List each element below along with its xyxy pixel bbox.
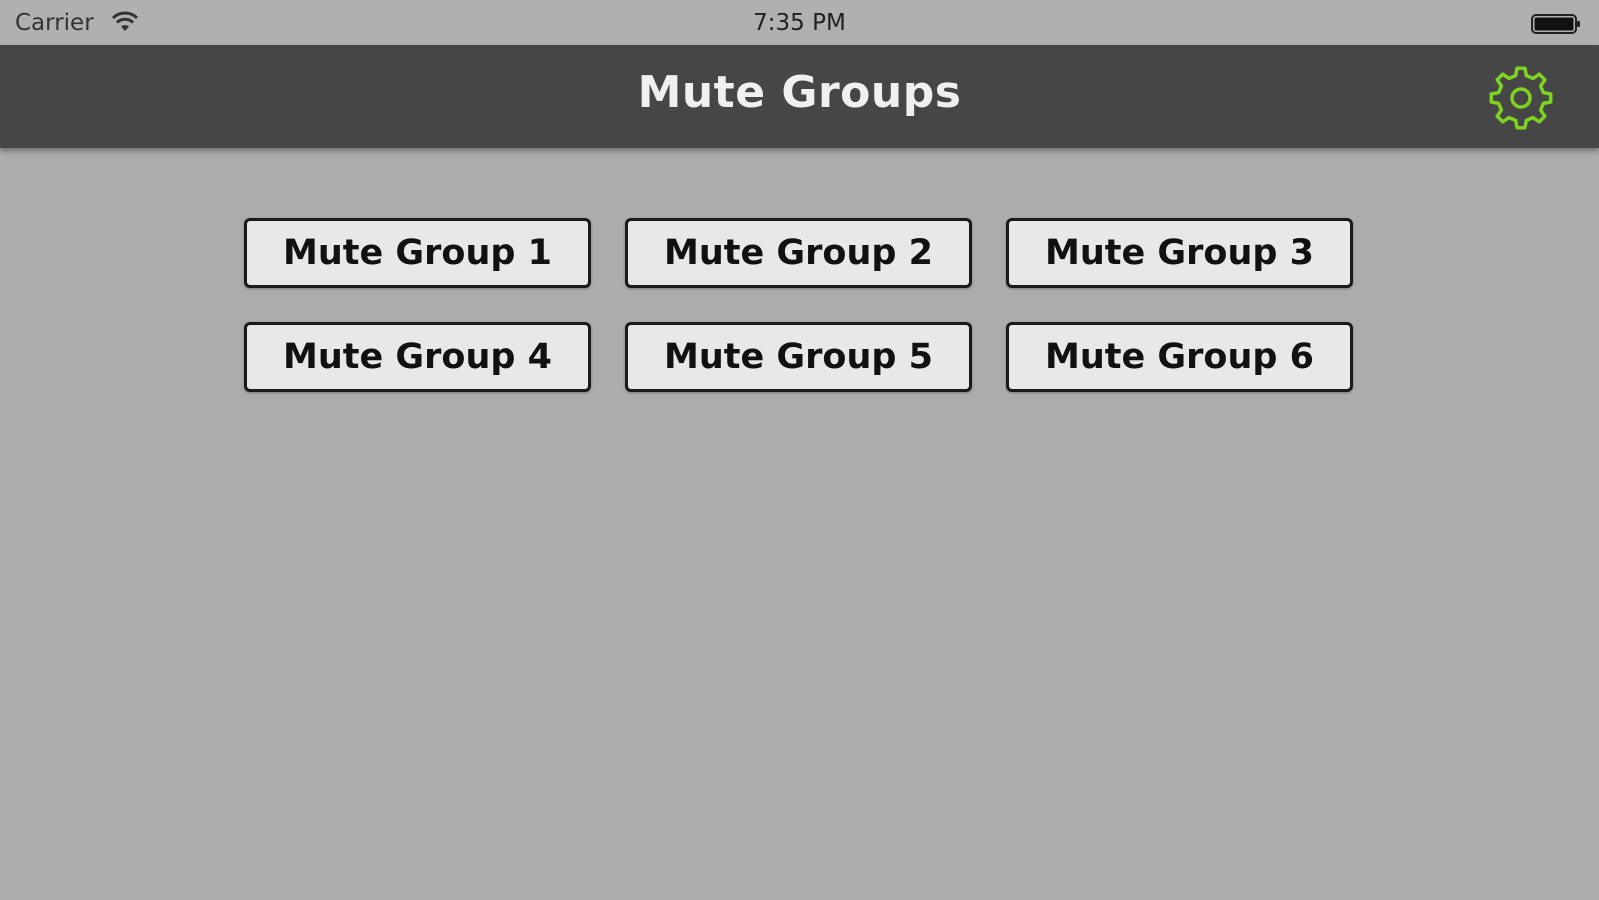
status-time: 7:35 PM <box>753 10 846 36</box>
navigation-bar: Mute Groups <box>0 45 1599 148</box>
page-title: Mute Groups <box>637 67 962 118</box>
mute-group-4-button[interactable]: Mute Group 4 <box>244 322 591 392</box>
battery-icon <box>1531 13 1583 35</box>
status-bar: Carrier 7:35 PM <box>0 0 1599 45</box>
mute-group-grid: Mute Group 1 Mute Group 2 Mute Group 3 M… <box>244 218 1353 392</box>
mute-group-1-button[interactable]: Mute Group 1 <box>244 218 591 288</box>
gear-icon <box>1489 66 1553 130</box>
mute-group-3-button[interactable]: Mute Group 3 <box>1006 218 1353 288</box>
mute-group-2-button[interactable]: Mute Group 2 <box>625 218 972 288</box>
mute-group-5-button[interactable]: Mute Group 5 <box>625 322 972 392</box>
mute-group-6-button[interactable]: Mute Group 6 <box>1006 322 1353 392</box>
settings-button[interactable] <box>1486 63 1556 133</box>
